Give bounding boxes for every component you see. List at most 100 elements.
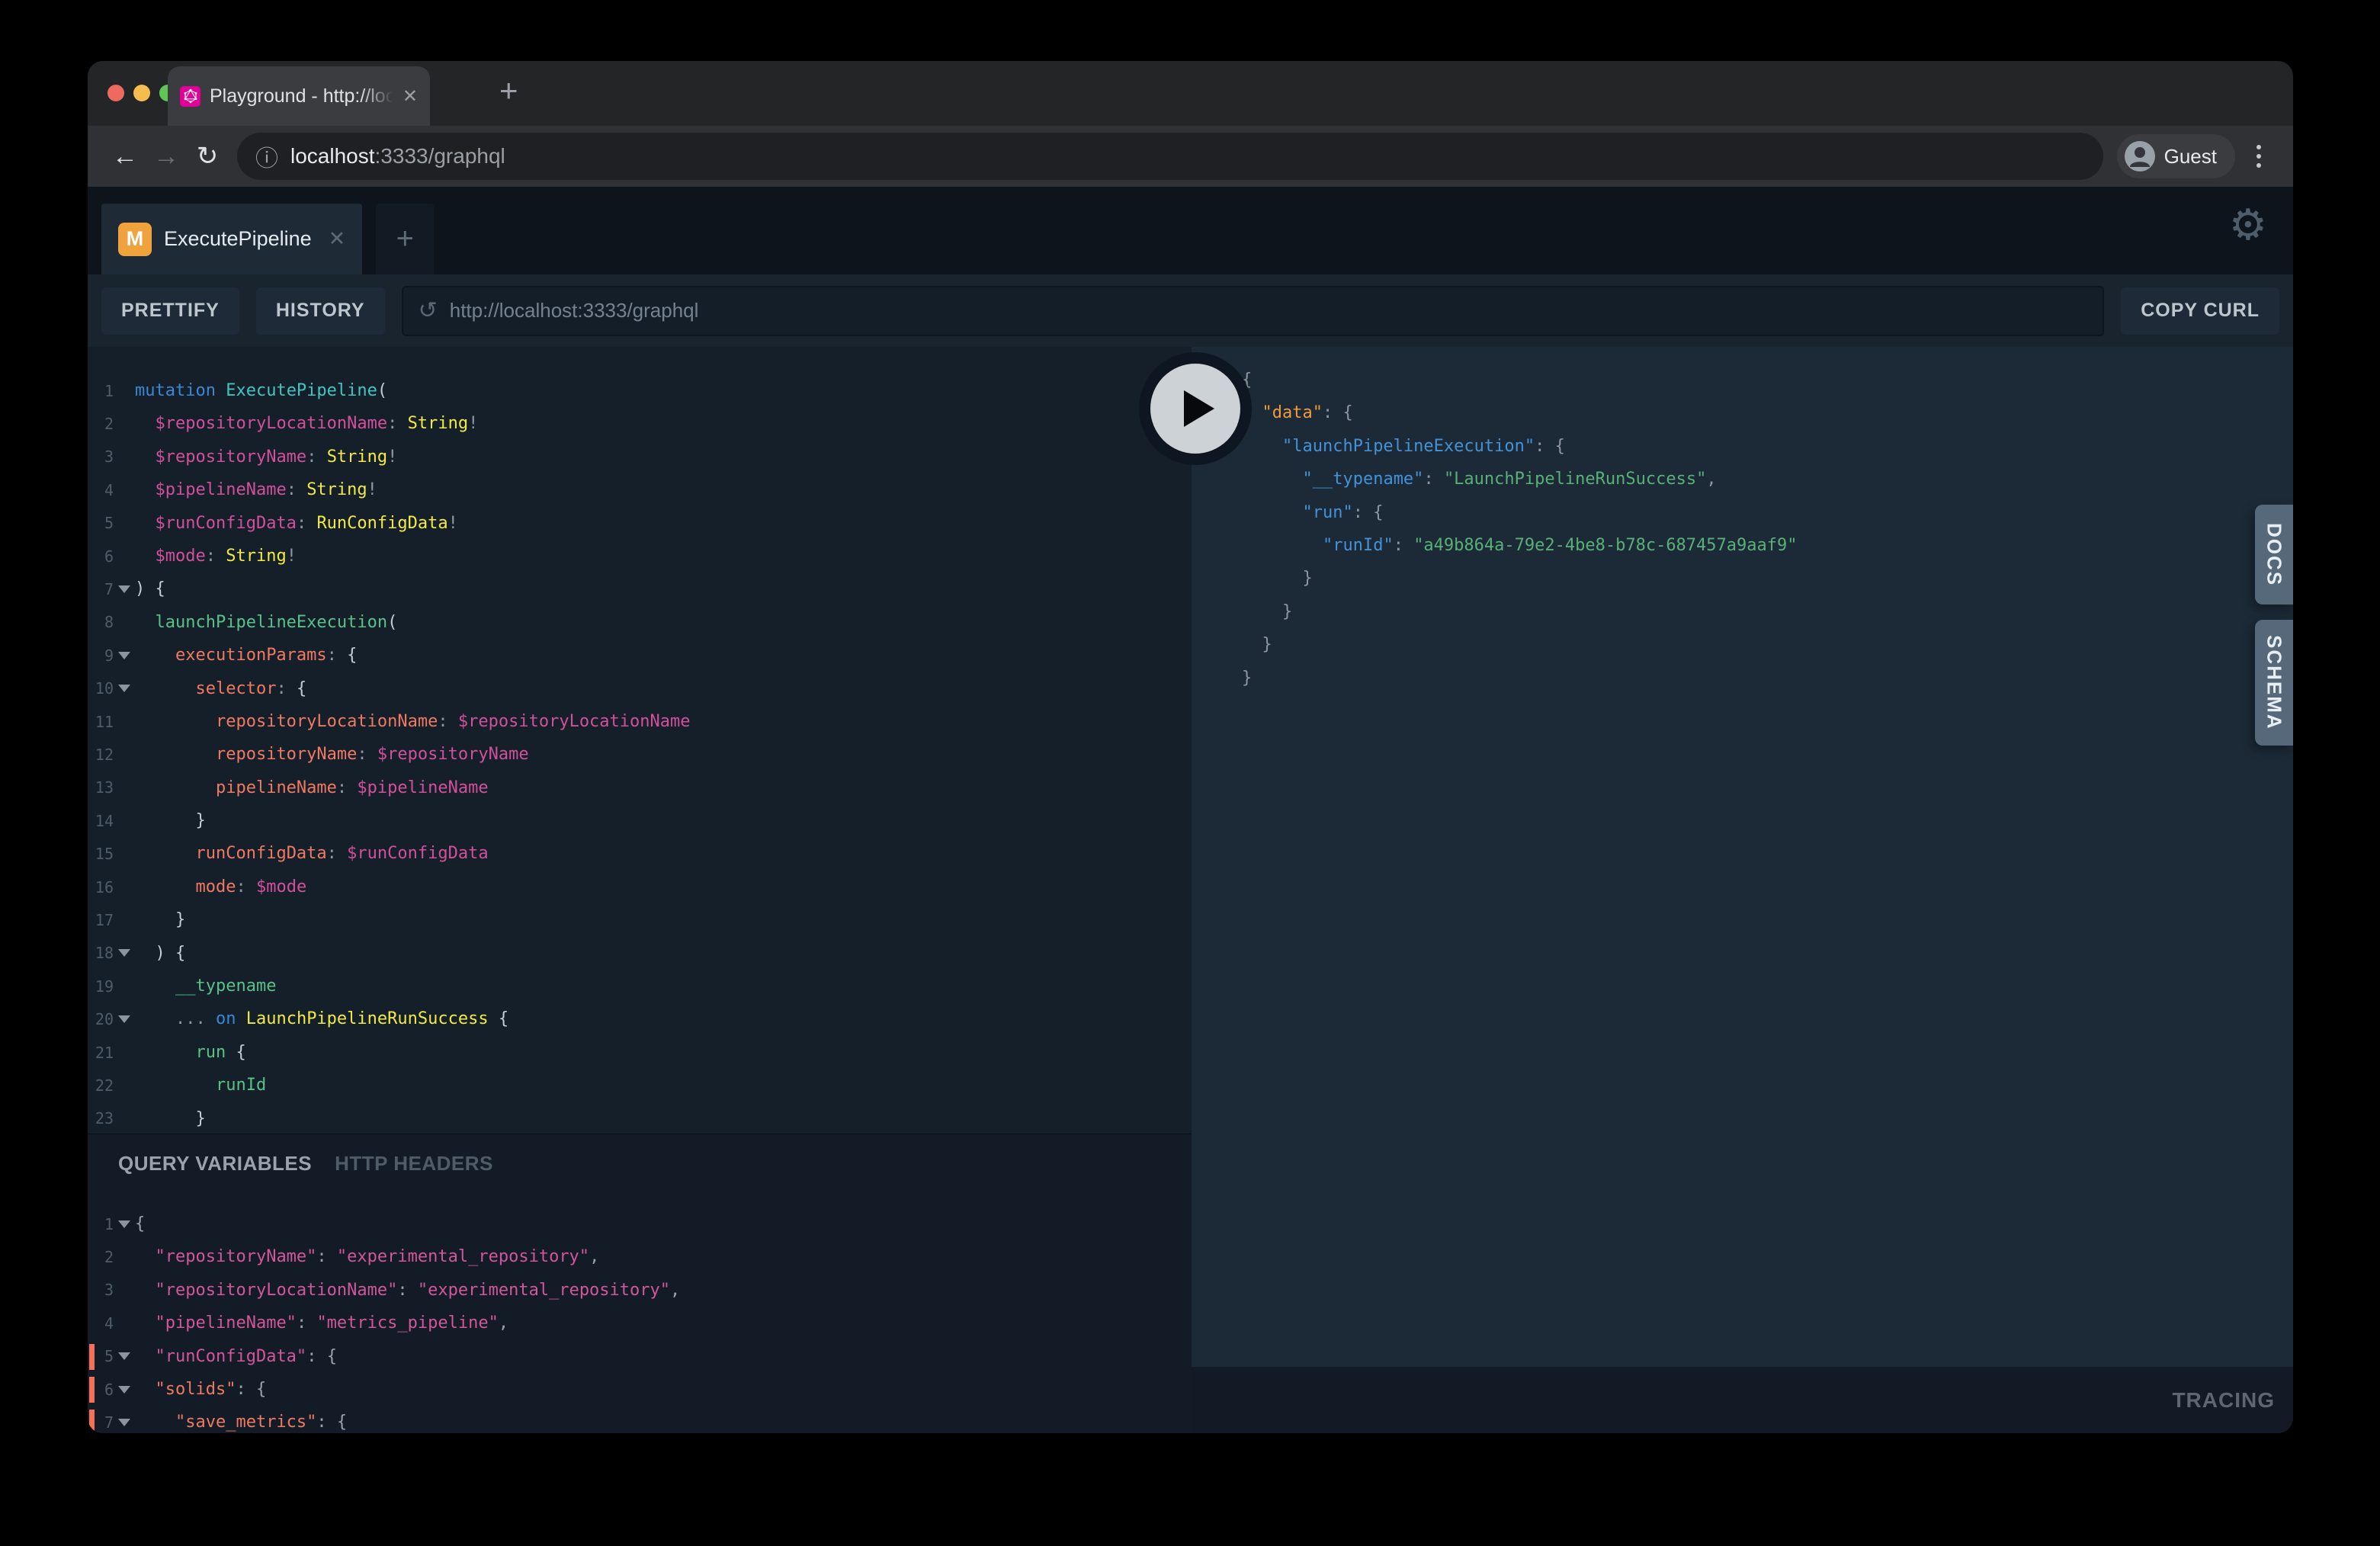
browser-new-tab-button[interactable]: + xyxy=(499,75,518,107)
code-text: ... on LaunchPipelineRunSuccess { xyxy=(135,1002,508,1035)
code-line: "runId": "a49b864a-79e2-4be8-b78c-687457… xyxy=(1192,529,2293,562)
code-text: } xyxy=(135,1102,206,1134)
code-line: 1mutation ExecutePipeline( xyxy=(88,374,1192,407)
line-number: 12 xyxy=(88,746,114,764)
line-number: 10 xyxy=(88,679,114,698)
browser-tab[interactable]: Playground - http://localhost:3 ✕ xyxy=(168,66,430,126)
browser-tab-close-icon[interactable]: ✕ xyxy=(403,85,418,107)
code-line: 15 runConfigData: $runConfigData xyxy=(88,837,1192,870)
playground-tab-executepipeline[interactable]: M ExecutePipeline ✕ xyxy=(101,204,362,274)
code-line: 13 pipelineName: $pipelineName xyxy=(88,771,1192,804)
fold-toggle-icon[interactable] xyxy=(114,1386,135,1394)
endpoint-history-icon: ↺ xyxy=(419,297,438,324)
line-number: 2 xyxy=(88,1248,114,1266)
page-info-icon[interactable]: ⓘ xyxy=(255,140,278,173)
code-line: 3 "repositoryLocationName": "experimenta… xyxy=(88,1274,1192,1307)
docs-side-tab[interactable]: DOCS xyxy=(2255,505,2293,605)
endpoint-url-input[interactable]: ↺ http://localhost:3333/graphql xyxy=(402,286,2105,336)
endpoint-url-value: http://localhost:3333/graphql xyxy=(450,299,699,322)
code-line: { xyxy=(1192,364,2293,396)
code-line: 18 ) { xyxy=(88,937,1192,970)
line-number: 3 xyxy=(88,1281,114,1299)
fold-toggle-icon[interactable] xyxy=(114,585,135,593)
code-line: 4 "pipelineName": "metrics_pipeline", xyxy=(88,1307,1192,1339)
code-line: 11 repositoryLocationName: $repositoryLo… xyxy=(88,705,1192,738)
code-text: { xyxy=(135,1208,145,1240)
tracing-bar: TRACING xyxy=(1192,1367,2293,1433)
code-text: "repositoryName": "experimental_reposito… xyxy=(135,1240,599,1273)
playground-toolbar: PRETTIFY HISTORY ↺ http://localhost:3333… xyxy=(88,274,2293,347)
code-line: 7 "save_metrics": { xyxy=(88,1406,1192,1433)
profile-button[interactable]: Guest xyxy=(2117,134,2235,178)
code-line: 2 "repositoryName": "experimental_reposi… xyxy=(88,1240,1192,1273)
minimize-window-button[interactable] xyxy=(133,85,150,101)
query-editor[interactable]: 1mutation ExecutePipeline(2 $repositoryL… xyxy=(88,347,1192,1134)
line-number: 6 xyxy=(88,547,114,566)
settings-gear-icon[interactable]: ⚙ xyxy=(2229,200,2267,250)
code-line: } xyxy=(1192,662,2293,694)
code-text: runConfigData: $runConfigData xyxy=(135,837,489,870)
code-text: $runConfigData: RunConfigData! xyxy=(135,507,458,540)
code-line: 5 $runConfigData: RunConfigData! xyxy=(88,507,1192,540)
close-window-button[interactable] xyxy=(107,85,124,101)
copy-curl-button[interactable]: COPY CURL xyxy=(2121,287,2279,335)
response-viewer[interactable]: { "data": { "launchPipelineExecution": {… xyxy=(1192,347,2293,1367)
response-column: { "data": { "launchPipelineExecution": {… xyxy=(1192,347,2293,1433)
back-icon[interactable]: ← xyxy=(104,142,146,172)
fold-toggle-icon[interactable] xyxy=(114,1419,135,1426)
tab-query-variables[interactable]: QUERY VARIABLES xyxy=(118,1152,312,1176)
line-number: 17 xyxy=(88,911,114,929)
fold-toggle-icon[interactable] xyxy=(114,685,135,692)
code-text: "run": { xyxy=(1242,496,1383,529)
code-text: } xyxy=(135,804,206,837)
code-line: "data": { xyxy=(1192,396,2293,429)
line-number: 23 xyxy=(88,1109,114,1127)
schema-side-tab[interactable]: SCHEMA xyxy=(2255,620,2293,746)
code-text: "__typename": "LaunchPipelineRunSuccess"… xyxy=(1242,463,1717,496)
browser-menu-icon[interactable] xyxy=(2241,145,2276,168)
playground-new-tab-button[interactable]: + xyxy=(376,204,434,274)
code-line: 22 runId xyxy=(88,1069,1192,1102)
tracing-label[interactable]: TRACING xyxy=(2172,1388,2275,1413)
tab-http-headers[interactable]: HTTP HEADERS xyxy=(335,1152,493,1176)
code-line: } xyxy=(1192,562,2293,595)
code-text: "data": { xyxy=(1242,396,1353,429)
fold-toggle-icon[interactable] xyxy=(114,949,135,957)
code-line: 9 executionParams: { xyxy=(88,639,1192,672)
browser-window: Playground - http://localhost:3 ✕ + ← → … xyxy=(88,61,2293,1433)
address-bar[interactable]: ⓘ localhost:3333/graphql xyxy=(237,133,2103,180)
code-line: 12 repositoryName: $repositoryName xyxy=(88,738,1192,771)
code-line: } xyxy=(1192,595,2293,628)
url-host: localhost xyxy=(290,144,375,168)
graphql-favicon-icon xyxy=(180,86,200,107)
error-marker xyxy=(89,1344,95,1370)
query-column: 1mutation ExecutePipeline(2 $repositoryL… xyxy=(88,347,1192,1433)
code-line: } xyxy=(1192,628,2293,661)
fold-toggle-icon[interactable] xyxy=(114,1015,135,1023)
code-line: "run": { xyxy=(1192,496,2293,529)
code-line: "launchPipelineExecution": { xyxy=(1192,430,2293,463)
line-number: 21 xyxy=(88,1044,114,1062)
prettify-button[interactable]: PRETTIFY xyxy=(101,287,239,335)
line-number: 13 xyxy=(88,778,114,797)
line-number: 16 xyxy=(88,878,114,896)
reload-icon[interactable]: ↻ xyxy=(187,141,228,172)
execute-button[interactable] xyxy=(1139,352,1252,465)
error-marker xyxy=(89,1377,95,1403)
forward-icon[interactable]: → xyxy=(146,142,187,172)
browser-toolbar: ← → ↻ ⓘ localhost:3333/graphql Guest xyxy=(88,126,2293,187)
line-number: 5 xyxy=(88,514,114,532)
code-text: } xyxy=(1242,595,1292,628)
code-text: __typename xyxy=(135,970,276,1002)
variables-editor[interactable]: 1{2 "repositoryName": "experimental_repo… xyxy=(88,1192,1192,1433)
playground-tab-close-icon[interactable]: ✕ xyxy=(329,227,346,251)
code-line: 16 mode: $mode xyxy=(88,871,1192,903)
history-button[interactable]: HISTORY xyxy=(256,287,385,335)
code-text: mode: $mode xyxy=(135,871,306,903)
line-number: 15 xyxy=(88,845,114,863)
line-number: 9 xyxy=(88,646,114,665)
fold-toggle-icon[interactable] xyxy=(114,1352,135,1360)
code-text: runId xyxy=(135,1069,266,1102)
fold-toggle-icon[interactable] xyxy=(114,1220,135,1228)
fold-toggle-icon[interactable] xyxy=(114,652,135,659)
